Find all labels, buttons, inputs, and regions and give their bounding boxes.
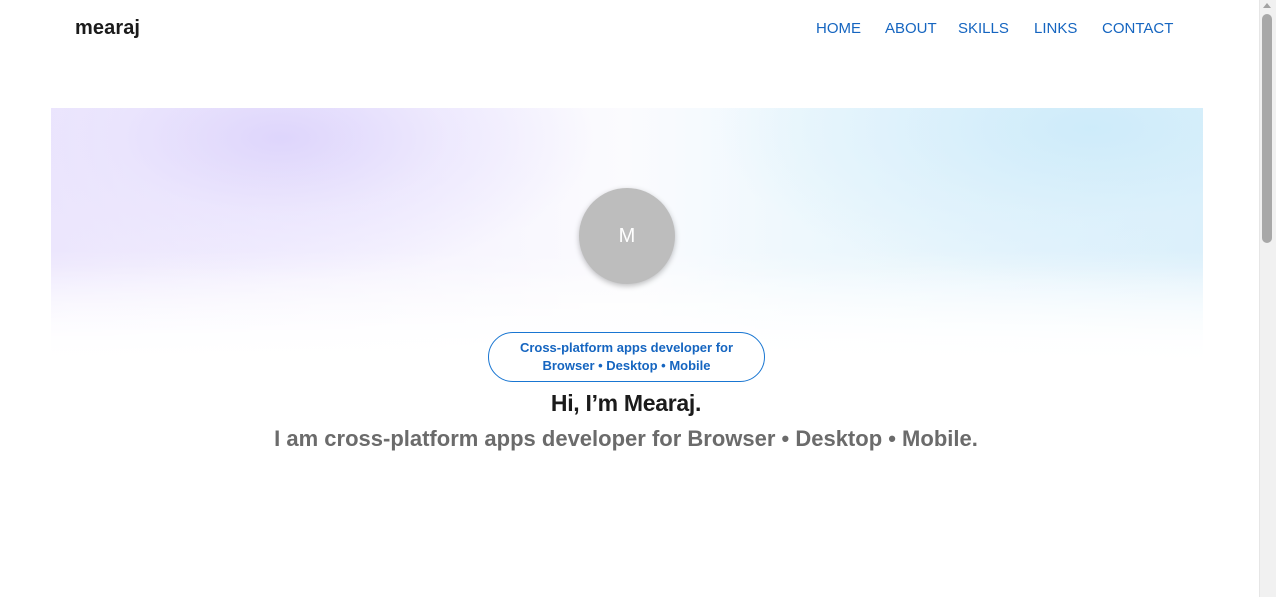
portfolio-page: mearaj HOME ABOUT SKILLS LINKS CONTACT M…: [0, 0, 1276, 597]
tagline-chip-line-1: Cross-platform apps developer for: [519, 340, 734, 355]
tagline-chip-line-2: Browser • Desktop • Mobile: [542, 358, 711, 373]
nav-link-home[interactable]: HOME: [816, 20, 861, 37]
hero-greeting: Hi, I’m Mearaj.: [550, 390, 702, 416]
avatar-initial: M: [618, 224, 636, 247]
site-header: mearaj HOME ABOUT SKILLS LINKS CONTACT: [0, 0, 1259, 58]
avatar: M: [579, 188, 675, 284]
nav-link-about[interactable]: ABOUT: [885, 20, 937, 37]
scrollbar-thumb[interactable]: [1262, 14, 1272, 243]
brand-logo-text[interactable]: mearaj: [75, 17, 140, 40]
nav-link-skills[interactable]: SKILLS: [958, 20, 1009, 37]
tagline-chip: Cross-platform apps developer for Browse…: [488, 332, 765, 382]
nav-link-contact[interactable]: CONTACT: [1102, 20, 1173, 37]
scroll-up-arrow-icon[interactable]: [1263, 3, 1271, 8]
hero-subtitle: I am cross-platform apps developer for B…: [274, 426, 978, 451]
nav-link-links[interactable]: LINKS: [1034, 20, 1077, 37]
